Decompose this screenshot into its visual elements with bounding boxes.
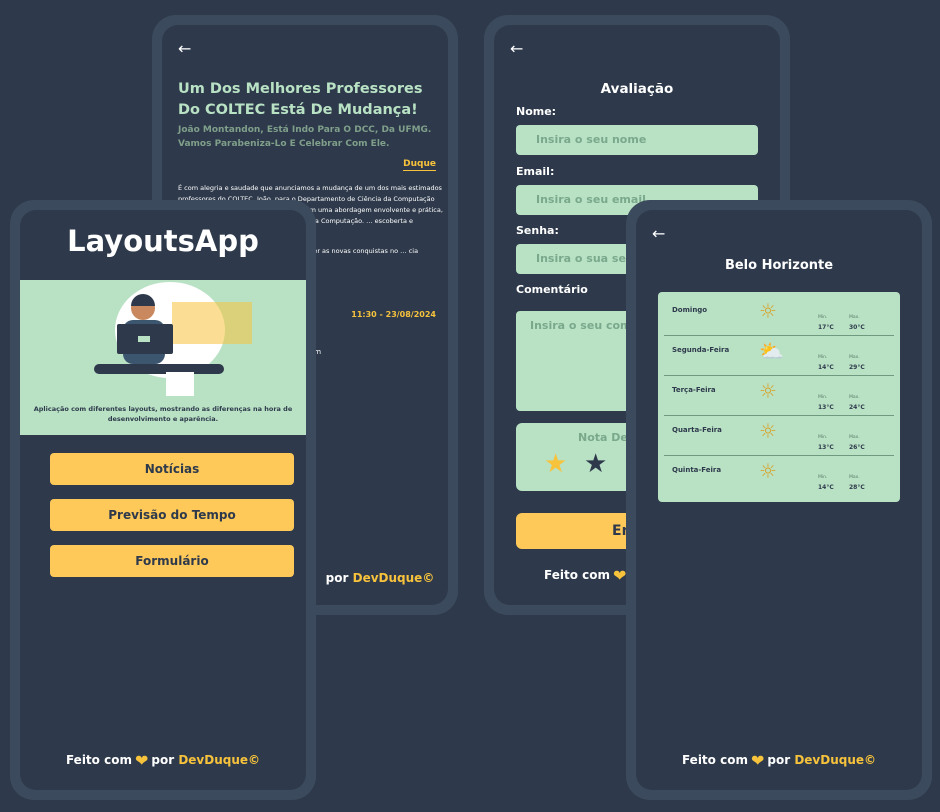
max-label: Max. bbox=[849, 475, 860, 480]
comment-label: Comentário bbox=[516, 283, 588, 296]
news-title: Um Dos Melhores Professores Do COLTEC Es… bbox=[178, 81, 423, 118]
password-label: Senha: bbox=[516, 224, 559, 237]
min-temp: 13°C bbox=[818, 404, 834, 411]
weather-phone-frame: ← Belo Horizonte Domingo ☼ Min. Max. 17°… bbox=[626, 200, 932, 800]
partly-cloudy-icon: ⛅ bbox=[759, 339, 784, 363]
news-date: 11:30 - 23/08/2024 bbox=[351, 310, 436, 319]
sun-icon: ☼ bbox=[759, 379, 777, 403]
min-temp: 13°C bbox=[818, 444, 834, 451]
star-1-icon[interactable]: ★ bbox=[544, 451, 567, 477]
weather-table: Domingo ☼ Min. Max. 17°C 30°C Segunda-Fe… bbox=[658, 292, 900, 502]
max-label: Max. bbox=[849, 355, 860, 360]
sun-icon: ☼ bbox=[759, 459, 777, 483]
footer-made-with: Feito com bbox=[544, 568, 610, 582]
home-phone-frame: LayoutsApp Aplicação com diferentes layo… bbox=[10, 200, 316, 800]
footer-made-with: Feito com bbox=[681, 753, 748, 767]
min-label: Min. bbox=[818, 395, 828, 400]
max-temp: 29°C bbox=[849, 364, 865, 371]
max-temp: 24°C bbox=[849, 404, 865, 411]
back-arrow-icon[interactable]: ← bbox=[510, 39, 523, 58]
form-button[interactable]: Formulário bbox=[50, 545, 294, 577]
weather-row: Domingo ☼ Min. Max. 17°C 30°C bbox=[658, 296, 900, 336]
banner-caption: Aplicação com diferentes layouts, mostra… bbox=[33, 405, 293, 423]
footer-brand[interactable]: DevDuque© bbox=[178, 753, 260, 767]
footer: Feito com ❤ por DevDuque© bbox=[636, 751, 922, 770]
back-arrow-icon[interactable]: ← bbox=[652, 224, 665, 243]
max-temp: 30°C bbox=[849, 324, 865, 331]
weather-row: Terça-Feira ☼ Min. Max. 13°C 24°C bbox=[658, 376, 900, 416]
max-temp: 26°C bbox=[849, 444, 865, 451]
min-label: Min. bbox=[818, 475, 828, 480]
heart-icon: ❤ bbox=[612, 566, 627, 585]
footer-by: por bbox=[767, 753, 791, 767]
weather-row: Quarta-Feira ☼ Min. Max. 13°C 26°C bbox=[658, 416, 900, 456]
max-temp: 28°C bbox=[849, 484, 865, 491]
news-subtitle: João Montandon, Está Indo Para O DCC, Da… bbox=[178, 125, 432, 149]
weather-button[interactable]: Previsão do Tempo bbox=[50, 499, 294, 531]
home-screen: LayoutsApp Aplicação com diferentes layo… bbox=[20, 210, 306, 790]
weather-day: Domingo bbox=[672, 306, 708, 314]
weather-row: Quinta-Feira ☼ Min. Max. 14°C 28°C bbox=[658, 456, 900, 496]
min-label: Min. bbox=[818, 435, 828, 440]
sun-icon: ☼ bbox=[759, 419, 777, 443]
heart-icon: ❤ bbox=[750, 751, 765, 770]
weather-day: Quarta-Feira bbox=[672, 426, 722, 434]
heart-icon: ❤ bbox=[134, 751, 149, 770]
footer-made-with: Feito com bbox=[65, 753, 132, 767]
name-label: Nome: bbox=[516, 105, 557, 118]
min-temp: 14°C bbox=[818, 364, 834, 371]
name-input[interactable]: Insira o seu nome bbox=[516, 125, 758, 155]
weather-day: Quinta-Feira bbox=[672, 466, 722, 474]
weather-screen: ← Belo Horizonte Domingo ☼ Min. Max. 17°… bbox=[636, 210, 922, 790]
max-label: Max. bbox=[849, 315, 860, 320]
form-title: Avaliação bbox=[600, 81, 674, 97]
max-label: Max. bbox=[849, 395, 860, 400]
max-label: Max. bbox=[849, 435, 860, 440]
app-title: LayoutsApp bbox=[67, 224, 259, 258]
star-2-icon[interactable]: ★ bbox=[584, 451, 607, 477]
weather-city-title: Belo Horizonte bbox=[724, 258, 834, 273]
footer-brand[interactable]: DevDuque© bbox=[794, 753, 876, 767]
footer: Feito com ❤ por DevDuque© bbox=[20, 751, 306, 770]
min-label: Min. bbox=[818, 315, 828, 320]
developer-illustration bbox=[94, 282, 252, 396]
news-author: Duque bbox=[403, 159, 436, 171]
weather-day: Segunda-Feira bbox=[672, 346, 730, 354]
email-label: Email: bbox=[516, 165, 555, 178]
back-arrow-icon[interactable]: ← bbox=[178, 39, 191, 58]
weather-day: Terça-Feira bbox=[672, 386, 716, 394]
sun-icon: ☼ bbox=[759, 299, 777, 323]
footer-by: por bbox=[151, 753, 175, 767]
min-temp: 17°C bbox=[818, 324, 834, 331]
news-button[interactable]: Notícias bbox=[50, 453, 294, 485]
hero-banner: Aplicação com diferentes layouts, mostra… bbox=[20, 280, 306, 435]
min-label: Min. bbox=[818, 355, 828, 360]
weather-row: Segunda-Feira ⛅ Min. Max. 14°C 29°C bbox=[658, 336, 900, 376]
min-temp: 14°C bbox=[818, 484, 834, 491]
